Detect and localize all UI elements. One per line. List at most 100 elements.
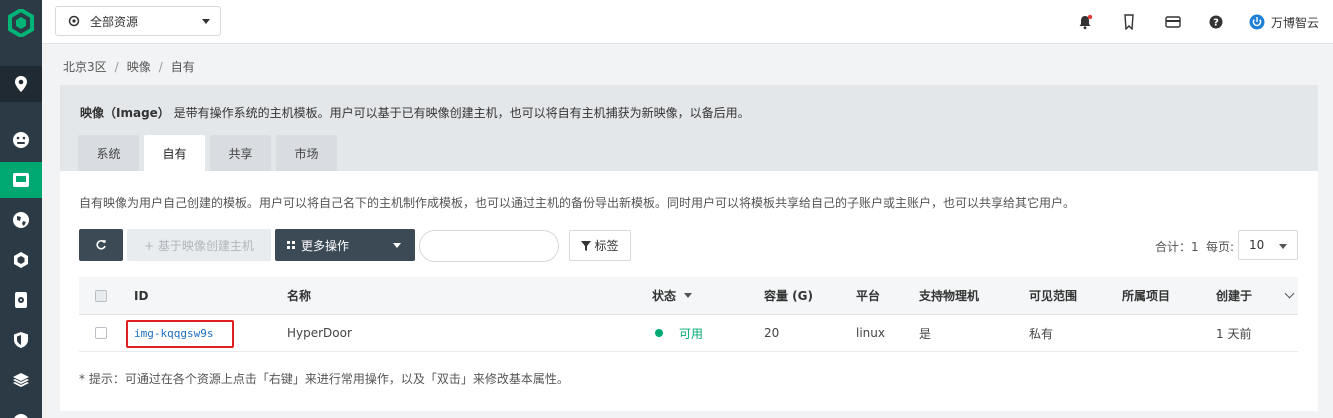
breadcrumb-separator: / xyxy=(158,60,163,74)
tab-system[interactable]: 系统 xyxy=(78,135,139,171)
select-all-cell xyxy=(95,277,107,314)
status-dot-icon xyxy=(655,329,663,337)
info-panel: 映像（Image） 是带有操作系统的主机模板。用户可以基于已有映像创建主机，也可… xyxy=(60,85,1318,171)
chevron-down-icon xyxy=(1279,244,1287,249)
breadcrumb-item-zone[interactable]: 北京3区 xyxy=(63,60,107,74)
console-button[interactable] xyxy=(1120,13,1138,31)
usage-hint: * 提示：可通过在各个资源上点击「右键」来进行常用操作，以及「双击」来修改基本属… xyxy=(79,372,569,386)
user-name: 万博智云 xyxy=(1271,15,1320,30)
info-title: 映像（Image） xyxy=(80,106,170,120)
layers-icon xyxy=(13,373,29,387)
sidebar-item-more[interactable] xyxy=(0,402,42,418)
tab-market[interactable]: 市场 xyxy=(276,135,337,171)
column-status-label: 状态 xyxy=(652,289,677,303)
image-id-cell: img-kqqgsw9s xyxy=(134,315,213,351)
sort-down-icon xyxy=(684,293,693,298)
column-status[interactable]: 状态 xyxy=(652,277,693,314)
column-project: 所属项目 xyxy=(1122,289,1171,303)
user-menu[interactable]: 万博智云 xyxy=(1249,12,1319,32)
info-body: 是带有操作系统的主机模板。用户可以基于已有映像创建主机，也可以将自有主机捕获为新… xyxy=(173,106,750,120)
refresh-button[interactable] xyxy=(79,229,123,261)
content-card: 自有映像为用户自己创建的模板。用户可以将自己名下的主机制作成模板，也可以通过主机… xyxy=(60,171,1318,411)
breadcrumb: 北京3区 / 映像 / 自有 xyxy=(63,58,195,75)
map-pin-icon xyxy=(15,76,27,92)
image-platform: linux xyxy=(856,326,885,340)
card-icon xyxy=(1165,16,1181,28)
table-header: ID 名称 状态 容量 (G) 平台 支持物理机 可见范围 所属项目 创建于 xyxy=(79,277,1298,315)
images-table: ID 名称 状态 容量 (G) 平台 支持物理机 可见范围 所属项目 创建于 i… xyxy=(79,277,1298,352)
monitor-icon xyxy=(13,173,29,187)
more-actions-button[interactable]: 更多操作 xyxy=(275,229,415,261)
chevron-down-icon xyxy=(393,243,401,248)
column-platform: 平台 xyxy=(856,289,881,303)
breadcrumb-separator: / xyxy=(114,60,119,74)
disk-icon xyxy=(15,292,27,308)
sidebar-item-dashboard[interactable] xyxy=(0,122,42,158)
help-button[interactable]: ? xyxy=(1207,13,1225,31)
column-capacity: 容量 (G) xyxy=(764,289,813,303)
circle-icon xyxy=(14,414,28,418)
globe-icon xyxy=(13,212,29,228)
page-size-select[interactable]: 10 xyxy=(1238,230,1298,260)
resource-select[interactable]: 全部资源 xyxy=(55,6,221,36)
more-actions-label: 更多操作 xyxy=(301,238,350,253)
page-size-label: 每页: xyxy=(1206,240,1235,254)
column-name: 名称 xyxy=(287,289,312,303)
sidebar-item-zone[interactable] xyxy=(0,66,42,102)
column-settings-toggle[interactable] xyxy=(1284,277,1295,314)
image-visibility: 私有 xyxy=(1029,326,1054,341)
image-status: 可用 xyxy=(655,315,703,351)
power-icon xyxy=(1249,14,1265,30)
row-select-cell xyxy=(95,315,107,351)
select-all-checkbox[interactable] xyxy=(95,289,107,302)
info-text: 映像（Image） 是带有操作系统的主机模板。用户可以基于已有映像创建主机，也可… xyxy=(80,104,750,121)
column-id: ID xyxy=(134,288,149,303)
image-name: HyperDoor xyxy=(287,326,352,340)
status-text: 可用 xyxy=(679,326,704,341)
sidebar-item-database[interactable] xyxy=(0,282,42,318)
chevron-down-icon xyxy=(1284,288,1295,299)
breadcrumb-item-images[interactable]: 映像 xyxy=(127,60,151,74)
search-input[interactable] xyxy=(419,230,559,262)
image-id-link[interactable]: img-kqqgsw9s xyxy=(134,327,213,340)
logo-icon xyxy=(8,9,34,37)
shield-icon xyxy=(14,332,28,348)
refresh-icon xyxy=(96,240,106,250)
page-size-value: 10 xyxy=(1249,238,1265,252)
notification-button[interactable] xyxy=(1076,13,1094,31)
image-capacity: 20 xyxy=(764,326,780,340)
image-tabs: 系统 自有 共享 市场 xyxy=(78,135,337,171)
sidebar-item-layers[interactable] xyxy=(0,362,42,398)
tag-label: 标签 xyxy=(594,239,619,253)
column-physical: 支持物理机 xyxy=(919,289,980,303)
face-icon xyxy=(13,132,29,148)
column-visibility: 可见范围 xyxy=(1029,289,1078,303)
sidebar-item-storage[interactable] xyxy=(0,242,42,278)
image-physical: 是 xyxy=(919,326,932,341)
hexagon-cube-icon xyxy=(14,252,28,268)
tab-description: 自有映像为用户自己创建的模板。用户可以将自己名下的主机制作成模板，也可以通过主机… xyxy=(79,196,1076,210)
billing-button[interactable] xyxy=(1164,13,1182,31)
row-checkbox[interactable] xyxy=(95,327,107,339)
top-bar: 全部资源 ? 万博智云 xyxy=(42,0,1333,44)
help-icon: ? xyxy=(1209,15,1223,29)
tag-filter-button[interactable]: 标签 xyxy=(569,230,631,261)
image-created: 1 天前 xyxy=(1216,326,1252,341)
logo[interactable] xyxy=(0,0,42,46)
create-instance-button[interactable]: + 基于映像创建主机 xyxy=(127,229,271,261)
resource-select-value: 全部资源 xyxy=(90,14,139,29)
filter-icon xyxy=(581,240,592,251)
tab-shared[interactable]: 共享 xyxy=(210,135,271,171)
tab-own[interactable]: 自有 xyxy=(144,135,205,171)
sidebar-item-network[interactable] xyxy=(0,202,42,238)
bell-icon xyxy=(1079,14,1093,30)
sidebar-item-security[interactable] xyxy=(0,322,42,358)
bookmark-icon xyxy=(1124,14,1134,30)
sidebar-item-compute[interactable] xyxy=(0,162,42,198)
grid-icon xyxy=(287,241,295,249)
gear-icon xyxy=(68,15,80,27)
total-count: 合计：1 xyxy=(1155,240,1199,254)
breadcrumb-item-own: 自有 xyxy=(170,60,195,74)
table-row[interactable]: img-kqqgsw9s HyperDoor 可用 20 linux 是 私有 … xyxy=(79,315,1298,352)
chevron-down-icon xyxy=(202,19,210,24)
